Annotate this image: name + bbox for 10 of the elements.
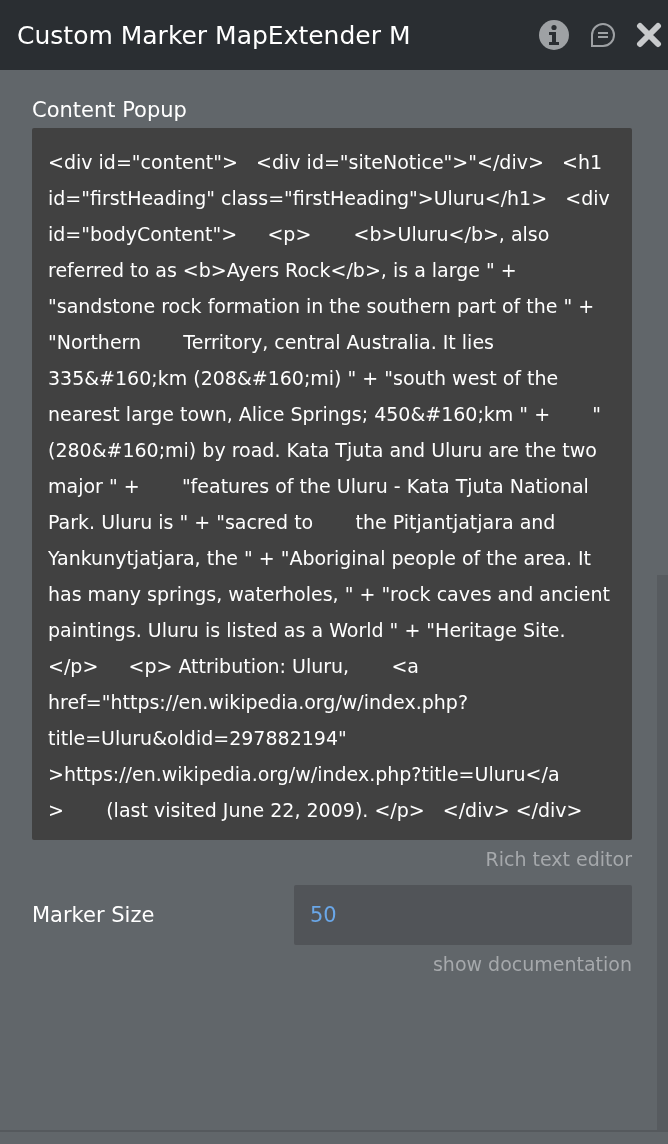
- close-icon[interactable]: [636, 22, 662, 48]
- marker-size-field[interactable]: 50: [294, 885, 632, 945]
- documentation-link[interactable]: show documentation: [432, 953, 632, 975]
- chat-icon[interactable]: [590, 22, 616, 48]
- field-label: Content Popup: [32, 98, 188, 122]
- window-title: Custom Marker MapExtender M: [17, 20, 412, 50]
- info-icon[interactable]: [538, 19, 570, 51]
- rich-text-editor-link[interactable]: Rich text editor: [485, 848, 632, 870]
- content-popup-field[interactable]: <div id="content"> <div id="siteNotice">"</div> <h1 id="firstHeading" class="firstHeading">Uluru</h1> <div id="bodyContent"> <p> <b>Uluru</b>, also referred to as <b>Ayers Rock</b>, is a large " + "sandstone rock formation in the southern part of the " + "Northern Territory, central Australia. It lies 335&#160;km (208&#160;mi) " + "south west of the nearest large town, Alice Springs; 450&#160;km " + "(280&#160;mi) by road. Kata Tjuta and Uluru are the two major " + "features of the Uluru - Kata Tjuta National Park. Uluru is " + "sacred to the Pitjantjatjara and Yankunytjatjara, the " + "Aboriginal people of the area. It has many springs, waterholes, " + "rock caves and ancient paintings. Uluru is listed as a World " + "Heritage Site. </p> <p> Attribution: Uluru, <a href="https://en.wikipedia.org/w/index.php?title=Uluru&oldid=297882194" >https://en.wikipedia.org/w/index.php?title=Uluru</a > (last visited June 22, 2009). </p> </div> </div>: [32, 128, 632, 840]
- field-label: Marker Size: [32, 903, 156, 927]
